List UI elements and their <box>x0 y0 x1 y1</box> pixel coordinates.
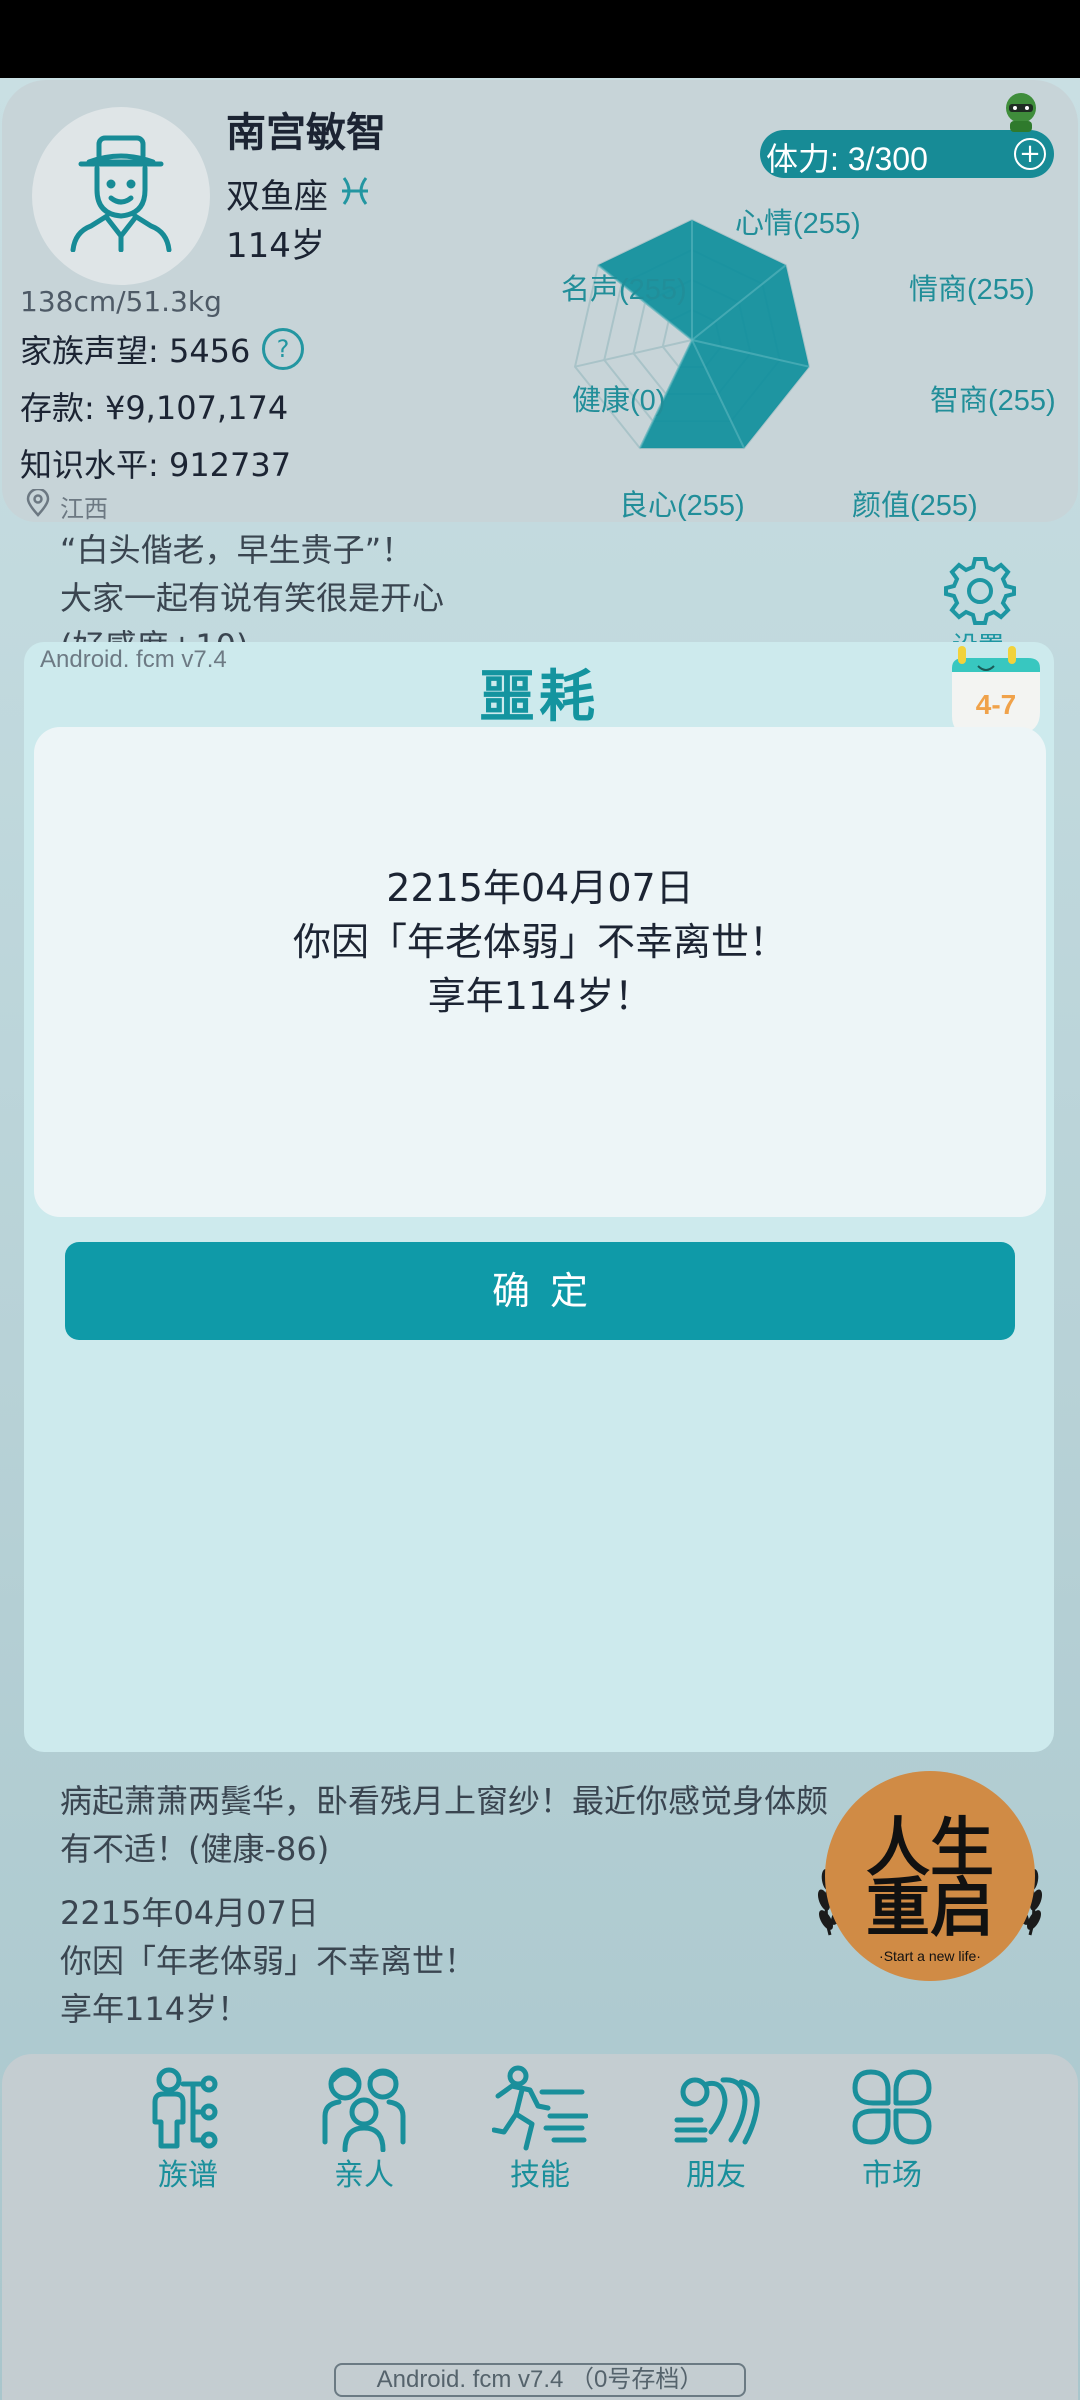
confirm-button[interactable]: 确定 <box>65 1242 1015 1340</box>
family-tree-icon <box>152 2067 218 2149</box>
height-weight: 138cm/51.3kg <box>20 285 222 318</box>
radar-label-mood: 心情(255) <box>735 208 861 240</box>
nav-relatives[interactable]: 亲人 <box>294 2062 434 2194</box>
nav-label: 亲人 <box>334 2158 394 2193</box>
stamina-bar[interactable]: 体力: 3/300 + <box>760 130 1054 178</box>
stamina-label: 体力: 3/300 <box>766 141 928 177</box>
location: 江西 <box>60 495 108 523</box>
avatar-man-icon <box>70 135 172 252</box>
savings: 存款: ¥9,107,174 <box>20 389 289 427</box>
nav-skills[interactable]: 技能 <box>470 2062 610 2194</box>
restart-life-button[interactable]: 人生 重启 ·Start a new life· <box>800 1770 1060 1990</box>
green-robot-icon[interactable] <box>1000 88 1042 134</box>
bottom-navigation: 族谱 亲人 技能 朋友 市场 <box>2 2054 1078 2400</box>
pisces-icon <box>342 177 368 205</box>
dialog-title: 噩耗 <box>479 665 599 730</box>
nav-friends[interactable]: 朋友 <box>646 2062 786 2194</box>
nav-label: 族谱 <box>158 2158 218 2193</box>
death-cause: 你因「年老体弱」不幸离世！ <box>292 920 787 964</box>
radar-label-conscience: 良心(255) <box>619 490 745 522</box>
save-slot-footer: Android. fcm v7.4 （0号存档） <box>334 2363 746 2397</box>
friends-icon <box>674 2077 760 2145</box>
radar-label-fame: 名声(255) <box>561 274 687 306</box>
knowledge-level: 知识水平: 912737 <box>20 446 292 484</box>
calendar-date: 4-7 <box>976 689 1016 720</box>
dialog-message-box: 2215年04月07日 你因「年老体弱」不幸离世！ 享年114岁！ <box>34 727 1046 1217</box>
event-log-line: 2215年04月07日 <box>60 1894 319 1932</box>
event-log-line: 有不适！(健康-86) <box>60 1830 330 1868</box>
nav-label: 技能 <box>510 2158 570 2193</box>
event-log-line: 你因「年老体弱」不幸离世！ <box>60 1942 477 1980</box>
event-log-line: 病起萧萧两鬓华，卧看残月上窗纱！最近你感觉身体颇 <box>60 1782 829 1820</box>
location-pin-icon <box>26 489 50 517</box>
profile-card: 南宫敏智 双鱼座 114岁 138cm/51.3kg 家族声望: 5456 ? … <box>2 80 1078 523</box>
restart-subtitle: ·Start a new life· <box>879 1948 981 1964</box>
nav-family-tree[interactable]: 族谱 <box>118 2062 258 2194</box>
radar-label-iq: 智商(255) <box>930 385 1056 417</box>
settings-gear-icon[interactable] <box>944 553 1016 625</box>
death-age: 享年114岁！ <box>427 974 653 1018</box>
relatives-icon <box>322 2067 406 2152</box>
avatar[interactable] <box>32 107 210 285</box>
nav-label: 市场 <box>862 2158 922 2193</box>
age: 114岁 <box>226 226 325 266</box>
death-notice-dialog: Android. fcm v7.4 噩耗 4-7 2215年04月07日 你因「… <box>24 642 1054 1752</box>
death-date: 2215年04月07日 <box>386 866 694 910</box>
family-reputation: 家族声望: 5456 <box>20 332 251 370</box>
question-icon[interactable]: ? <box>262 328 304 370</box>
restart-title-bottom: 重启 <box>866 1872 994 1946</box>
game-screen: 南宫敏智 双鱼座 114岁 138cm/51.3kg 家族声望: 5456 ? … <box>0 78 1080 2400</box>
calendar-icon: 4-7 <box>952 646 1040 734</box>
event-log-line: 享年114岁！ <box>60 1990 250 2028</box>
market-icon <box>852 2069 932 2145</box>
zodiac-sign: 双鱼座 <box>226 177 328 217</box>
nav-label: 朋友 <box>686 2158 746 2193</box>
nav-market[interactable]: 市场 <box>822 2062 962 2194</box>
radar-label-health: 健康(0) <box>572 385 666 417</box>
character-name: 南宫敏智 <box>226 110 386 156</box>
skills-icon <box>492 2065 588 2151</box>
radar-label-looks: 颜值(255) <box>852 490 978 522</box>
event-log-line: “白头偕老，早生贵子”！ <box>60 531 414 569</box>
event-log-line: 大家一起有说有笑很是开心 <box>60 579 445 617</box>
radar-label-eq: 情商(255) <box>909 274 1035 306</box>
add-stamina-icon[interactable]: + <box>1014 138 1046 170</box>
